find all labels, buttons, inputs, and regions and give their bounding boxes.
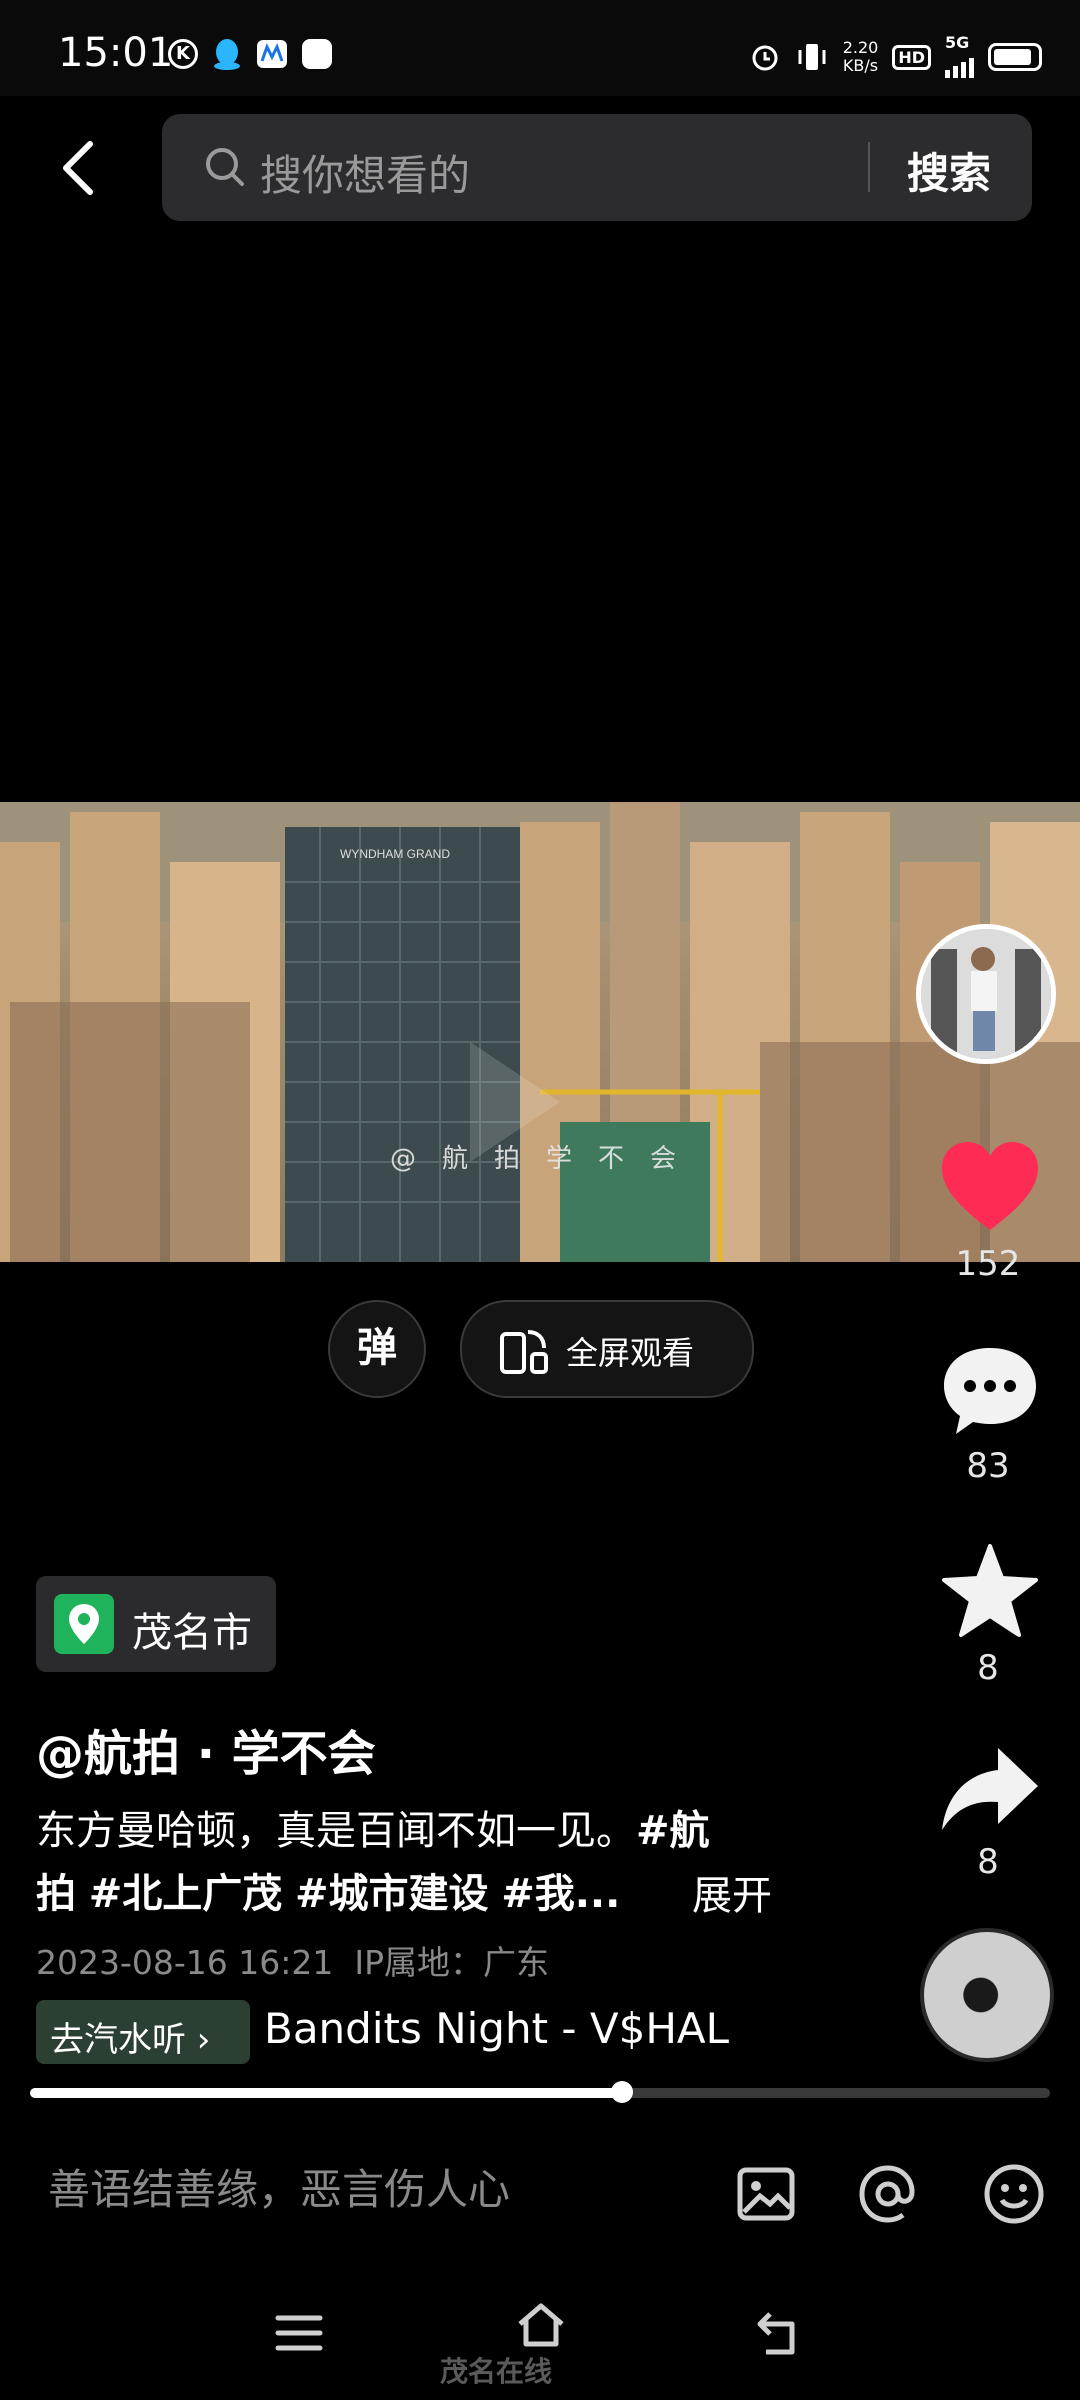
hashtag[interactable]: #航 (636, 1808, 710, 1854)
search-icon (206, 148, 244, 186)
square-icon (302, 39, 332, 69)
qq-icon (214, 39, 240, 70)
fullscreen-rotate-icon (500, 1330, 548, 1374)
status-time: 15:01 (58, 30, 174, 76)
search-input[interactable]: 搜你想看的 (260, 142, 470, 203)
image-icon[interactable] (734, 2162, 798, 2226)
search-divider (868, 142, 870, 192)
search-box[interactable]: 搜你想看的 搜索 (162, 114, 1032, 221)
hashtag[interactable]: #北上广茂 (89, 1871, 283, 1917)
status-bar: 15:01 K 2.20 KB/s HD 5G (0, 0, 1080, 96)
progress-fill (30, 2088, 622, 2098)
share-arrow-icon[interactable] (938, 1738, 1042, 1842)
comment-icon[interactable] (938, 1340, 1042, 1444)
menu-icon[interactable] (272, 2306, 326, 2360)
danmaku-button[interactable]: 弹 (328, 1300, 426, 1398)
post-date: 2023-08-16 16:21 (36, 1943, 334, 1982)
favorite-star-icon[interactable] (938, 1540, 1042, 1644)
author-avatar[interactable] (916, 924, 1056, 1064)
share-count: 8 (977, 1842, 999, 1882)
net-speed: 2.20 KB/s (842, 38, 879, 75)
like-count: 152 (955, 1244, 1021, 1284)
hd-icon: HD (892, 44, 931, 70)
ip-location: IP属地：广东 (354, 1943, 549, 1982)
comment-count: 83 (966, 1446, 1010, 1486)
music-disc-icon[interactable] (920, 1928, 1054, 2062)
back-icon[interactable] (752, 2306, 806, 2360)
back-chevron-icon[interactable] (52, 138, 112, 198)
app-icon (257, 40, 287, 68)
expand-button[interactable]: 展开 (692, 1863, 772, 1921)
fullscreen-button[interactable]: 全屏观看 (460, 1300, 754, 1398)
post-meta: 2023-08-16 16:21 IP属地：广东 (36, 1936, 549, 1984)
battery-icon (988, 43, 1042, 71)
location-pin-icon (54, 1594, 114, 1654)
progress-bar[interactable] (30, 2081, 1050, 2103)
site-watermark: 茂名在线 (440, 2355, 553, 2388)
like-heart-icon[interactable] (938, 1138, 1042, 1234)
at-icon[interactable] (856, 2162, 920, 2226)
emoji-icon[interactable] (982, 2162, 1046, 2226)
signal-icon: 5G (945, 35, 974, 78)
comment-input[interactable]: 善语结善缘，恶言伤人心 (48, 2156, 510, 2217)
hashtag[interactable]: #城市建设 (295, 1871, 489, 1917)
fullscreen-label: 全屏观看 (566, 1334, 695, 1372)
home-icon[interactable] (514, 2298, 568, 2352)
status-left-icons: K (168, 38, 332, 70)
location-label: 茂名市 (132, 1610, 252, 1656)
city-skyline-image: WYNDHAM GRAND (0, 802, 1080, 1262)
listen-on-qishui-button[interactable]: 去汽水听 › (36, 2000, 250, 2064)
progress-knob[interactable] (610, 2081, 633, 2103)
search-button[interactable]: 搜索 (907, 140, 991, 201)
favorite-count: 8 (977, 1648, 999, 1688)
author-name[interactable]: @航拍 · 学不会 (36, 1714, 376, 1784)
hashtag[interactable]: #我... (501, 1871, 620, 1917)
location-tag[interactable]: 茂名市 (36, 1576, 276, 1672)
vibrate-icon (798, 44, 826, 70)
status-right-icons: 2.20 KB/s HD 5G (749, 35, 1042, 78)
alarm-icon (752, 45, 778, 71)
k-badge-icon: K (168, 39, 198, 69)
music-title[interactable]: Bandits Night - V$HAL (264, 2004, 729, 2053)
building-sign: WYNDHAM GRAND (340, 847, 450, 861)
video-watermark: @航拍学不会 (390, 1144, 703, 1174)
video-player[interactable]: WYNDHAM GRAND (0, 802, 1080, 1262)
music-button-label: 去汽水听 › (50, 2020, 211, 2060)
